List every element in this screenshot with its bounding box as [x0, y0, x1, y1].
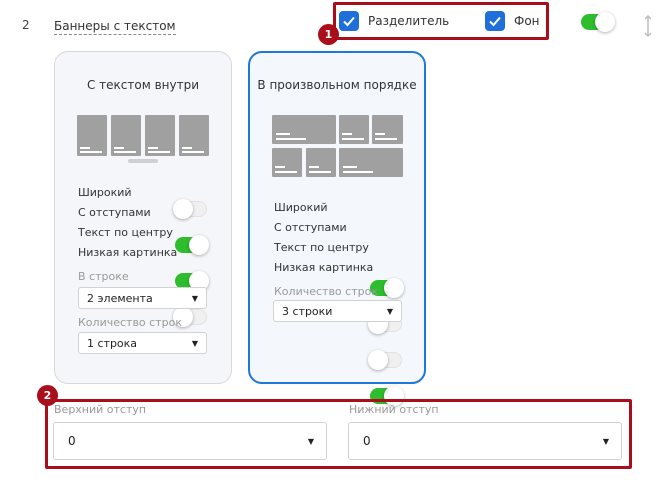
padding-toggle[interactable] [175, 235, 209, 255]
separator-checkbox[interactable] [339, 11, 359, 31]
block-title-link[interactable]: Баннеры с текстом [54, 18, 176, 35]
per-row-select[interactable]: 2 элемента ▼ [78, 287, 207, 309]
rows-count-label: Количество строк [274, 285, 378, 298]
rows-count-value: 1 строка [87, 336, 138, 350]
dropdown-arrow-icon: ▼ [307, 436, 314, 446]
callout-badge-1: 1 [318, 24, 339, 45]
layout-card-arbitrary-order[interactable] [248, 51, 426, 384]
dropdown-arrow-icon: ▼ [191, 338, 198, 348]
per-row-value: 2 элемента [87, 291, 153, 305]
wide-toggle[interactable] [173, 199, 207, 219]
bottom-padding-value: 0 [363, 434, 371, 448]
separator-label: Разделитель [368, 14, 450, 28]
option-label: Текст по центру [274, 241, 369, 254]
card-title: В произвольном порядке [257, 78, 417, 92]
option-label: Низкая картинка [78, 246, 178, 259]
rows-count-select[interactable]: 1 строка ▼ [78, 332, 207, 354]
drag-handle-icon[interactable] [643, 14, 653, 38]
bottom-padding-select[interactable]: 0 ▼ [348, 422, 622, 460]
scroll-indicator [128, 159, 158, 163]
card-title: С текстом внутри [86, 78, 200, 92]
checkmark-icon [489, 16, 501, 27]
option-label: Широкий [78, 186, 132, 199]
top-padding-value: 0 [68, 434, 76, 448]
option-label: Текст по центру [78, 226, 173, 239]
background-label: Фон [514, 14, 540, 28]
background-checkbox[interactable] [485, 11, 505, 31]
per-row-label: В строке [78, 270, 129, 283]
toggle-knob [384, 278, 404, 298]
option-label: С отступами [78, 206, 151, 219]
center-text-toggle[interactable] [368, 350, 402, 370]
rows-count-value: 3 строки [282, 304, 333, 318]
option-label: Низкая картинка [274, 261, 374, 274]
dropdown-arrow-icon: ▼ [602, 436, 609, 446]
dropdown-arrow-icon: ▼ [386, 306, 393, 316]
rows-count-select[interactable]: 3 строки ▼ [273, 300, 402, 322]
top-padding-select[interactable]: 0 ▼ [53, 422, 327, 460]
bottom-padding-label: Нижний отступ [349, 403, 439, 416]
toggle-knob [368, 350, 388, 370]
toggle-knob [173, 199, 193, 219]
row-number: 2 [22, 18, 30, 32]
block-enabled-toggle[interactable] [581, 12, 615, 32]
top-padding-label: Верхний отступ [54, 403, 147, 416]
checkmark-icon [343, 16, 355, 27]
dropdown-arrow-icon: ▼ [191, 293, 198, 303]
option-label: Широкий [274, 201, 328, 214]
toggle-knob [595, 12, 615, 32]
rows-count-label: Количество строк [78, 316, 182, 329]
toggle-knob [189, 235, 209, 255]
option-label: С отступами [274, 221, 347, 234]
